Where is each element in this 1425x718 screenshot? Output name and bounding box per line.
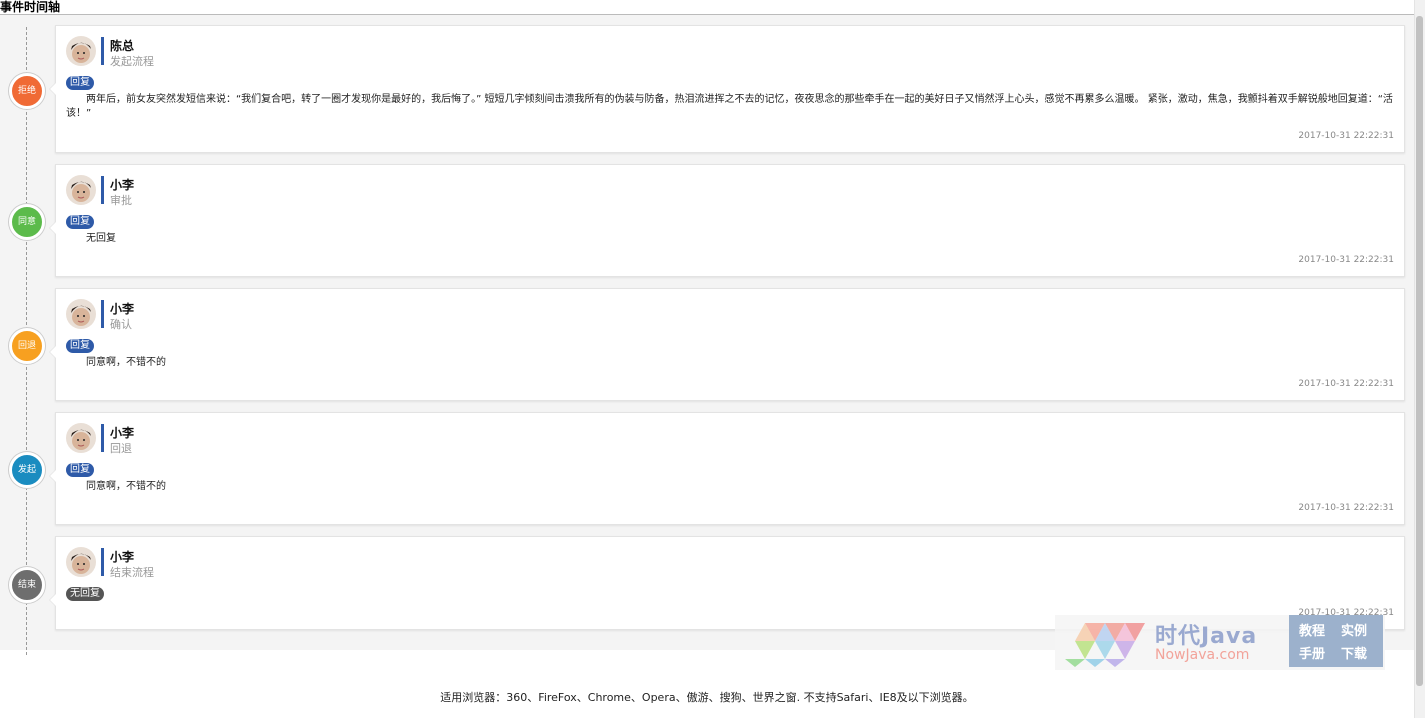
scrollbar-thumb[interactable] [1416, 16, 1423, 686]
name-accent-bar [101, 424, 104, 452]
watermark-link[interactable]: 教程 [1299, 620, 1341, 643]
event-time: 2017-10-31 22:22:31 [1298, 255, 1394, 265]
watermark-link[interactable]: 手册 [1299, 643, 1341, 666]
name-accent-bar [101, 548, 104, 576]
site-watermark[interactable]: 时代Java NowJava.com 教程 实例 手册 下载 [1055, 615, 1385, 670]
status-node-reject: 拒绝 [9, 73, 45, 109]
user-name: 小李 [110, 302, 135, 316]
event-content: 同意啊，不错不的 [86, 481, 166, 492]
avatar [66, 423, 96, 453]
status-node-approve: 同意 [9, 204, 45, 240]
user-action: 结束流程 [110, 566, 154, 579]
user-name: 小李 [110, 178, 135, 192]
reply-tag[interactable]: 回复 [66, 339, 94, 353]
avatar [66, 299, 96, 329]
reply-tag[interactable]: 回复 [66, 463, 94, 477]
status-label: 结束 [17, 580, 36, 590]
event-content: 同意啊，不错不的 [86, 357, 166, 368]
status-label: 同意 [17, 217, 36, 227]
name-accent-bar [101, 300, 104, 328]
no-reply-tag[interactable]: 无回复 [66, 587, 104, 601]
status-node-end: 结束 [9, 567, 45, 603]
event-content: 无回复 [86, 233, 116, 244]
event-time: 2017-10-31 22:22:31 [1298, 379, 1394, 389]
watermark-links: 教程 实例 手册 下载 [1289, 615, 1383, 667]
avatar [66, 36, 96, 66]
reply-tag[interactable]: 回复 [66, 76, 94, 90]
name-accent-bar [101, 176, 104, 204]
watermark-subtitle: NowJava.com [1155, 647, 1250, 663]
status-node-rollback: 回退 [9, 328, 45, 364]
avatar [66, 547, 96, 577]
status-node-initiate: 发起 [9, 452, 45, 488]
status-label: 拒绝 [17, 86, 36, 96]
user-action: 发起流程 [110, 55, 154, 68]
event-card: 小李 审批 回复 无回复 2017-10-31 22:22:31 [49, 164, 1405, 277]
user-name: 小李 [110, 426, 135, 440]
event-time: 2017-10-31 22:22:31 [1298, 131, 1394, 141]
watermark-link[interactable]: 实例 [1341, 620, 1383, 643]
user-action: 审批 [110, 194, 132, 207]
user-name: 陈总 [110, 39, 135, 53]
timeline: 拒绝 陈总 发起流程 回复 两年后，前女友突然发短信来说：“我们复合吧，转了一圈… [0, 15, 1414, 655]
user-action: 确认 [110, 318, 132, 331]
user-name: 小李 [110, 550, 135, 564]
event-card: 陈总 发起流程 回复 两年后，前女友突然发短信来说：“我们复合吧，转了一圈才发现… [49, 25, 1405, 153]
avatar [66, 175, 96, 205]
event-card: 小李 确认 回复 同意啊，不错不的 2017-10-31 22:22:31 [49, 288, 1405, 401]
event-card: 小李 回退 回复 同意啊，不错不的 2017-10-31 22:22:31 [49, 412, 1405, 525]
status-label: 发起 [17, 465, 36, 475]
browser-support-note: 适用浏览器：360、FireFox、Chrome、Opera、傲游、搜狗、世界之… [440, 691, 974, 704]
user-action: 回退 [110, 442, 132, 455]
page-title: 事件时间轴 [0, 0, 61, 14]
watermark-link[interactable]: 下载 [1341, 643, 1383, 666]
event-time: 2017-10-31 22:22:31 [1298, 503, 1394, 513]
reply-tag[interactable]: 回复 [66, 215, 94, 229]
status-label: 回退 [17, 341, 36, 351]
name-accent-bar [101, 37, 104, 65]
vertical-scrollbar[interactable] [1414, 0, 1425, 718]
event-content: 两年后，前女友突然发短信来说：“我们复合吧，转了一圈才发现你是最好的，我后悔了。… [66, 94, 1393, 119]
watermark-title: 时代Java [1155, 624, 1258, 649]
triangle-logo-icon [1065, 623, 1145, 667]
